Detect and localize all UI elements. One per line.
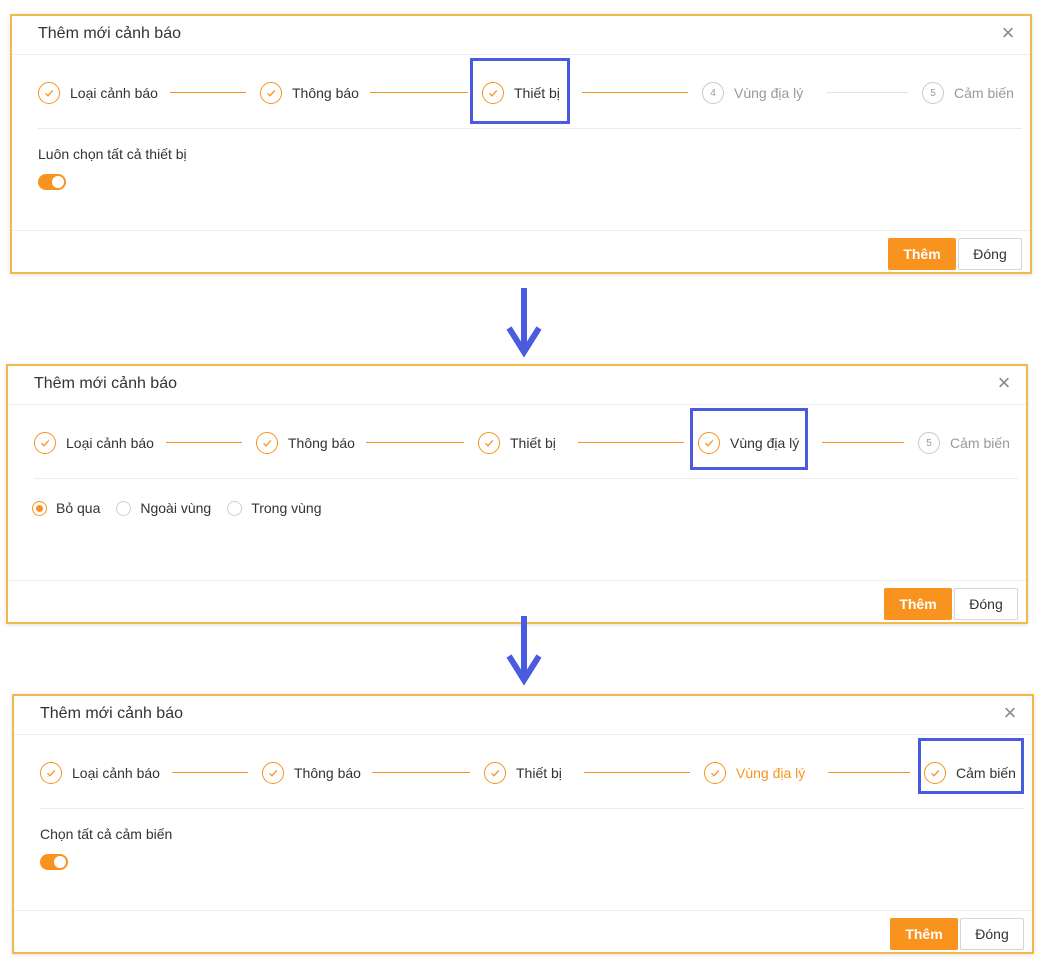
check-icon (38, 82, 60, 104)
step-connector (578, 442, 684, 443)
step-label: Loại cảnh báo (66, 435, 154, 451)
step-connector (366, 442, 464, 443)
close-button[interactable]: Đóng (960, 918, 1024, 950)
step-label: Thông báo (292, 85, 359, 101)
step-2[interactable]: Thông báo (260, 78, 359, 108)
step-1[interactable]: Loại cảnh báo (34, 428, 154, 458)
stepper: Loại cảnh báo Thông báo Thiết bị Vùng địa l… (40, 758, 1024, 788)
dialog-title: Thêm mới cảnh báo (40, 705, 183, 722)
radio-option[interactable]: Ngoài vùng (116, 500, 211, 516)
step-3[interactable]: Thiết bị (478, 428, 556, 458)
step-connector (822, 442, 904, 443)
radio-label: Ngoài vùng (140, 500, 212, 516)
select-all-sensors-toggle[interactable] (40, 854, 68, 870)
footer-divider (12, 230, 1030, 231)
step-4[interactable]: Vùng địa lý (704, 758, 805, 788)
dialog-title: Thêm mới cảnh báo (34, 375, 177, 392)
radio-label: Trong vùng (251, 500, 322, 516)
step-label: Vùng địa lý (734, 85, 804, 101)
select-all-devices-label: Luôn chọn tất cả thiết bị (38, 146, 187, 162)
add-button[interactable]: Thêm (888, 238, 956, 270)
toggle-knob (52, 176, 64, 188)
step-connector (166, 442, 242, 443)
check-icon (484, 762, 506, 784)
dialog-title: Thêm mới cảnh báo (38, 25, 181, 42)
footer-divider (8, 580, 1026, 581)
check-icon (478, 432, 500, 454)
select-all-sensors-label: Chọn tất cả cảm biến (40, 826, 173, 842)
stepper: Loại cảnh báo Thông báo Thiết bị Vùng địa l… (34, 428, 1018, 458)
radio-button[interactable] (32, 500, 47, 516)
radio-label: Bỏ qua (56, 500, 101, 516)
step-4[interactable]: 4 Vùng địa lý (702, 78, 803, 108)
add-button[interactable]: Thêm (890, 918, 958, 950)
radio-button[interactable] (116, 500, 132, 516)
step-5[interactable]: 5 Cảm biến (918, 428, 1010, 458)
geo-zone-radio-group: Bỏ qua Ngoài vùng Trong vùng (32, 498, 338, 518)
step-highlight-box (470, 58, 570, 124)
dialog-step-geo-zone: Thêm mới cảnh báo × Loại cảnh báo Thông b… (6, 364, 1028, 624)
arrow-down-icon (506, 616, 542, 686)
step-connector (370, 92, 468, 93)
step-highlight-box (918, 738, 1024, 794)
toggle-knob (54, 856, 66, 868)
add-button[interactable]: Thêm (884, 588, 952, 620)
step-2[interactable]: Thông báo (262, 758, 361, 788)
close-icon[interactable]: × (992, 371, 1016, 395)
step-label: Loại cảnh báo (72, 765, 160, 781)
step-connector (826, 92, 908, 93)
radio-option[interactable]: Bỏ qua (32, 500, 100, 516)
check-icon (260, 82, 282, 104)
step-connector (582, 92, 688, 93)
radio-button[interactable] (227, 500, 243, 516)
arrow-down-icon (506, 288, 542, 358)
dialog-step-devices: Thêm mới cảnh báo × Loại cảnh báo Thông b… (10, 14, 1032, 274)
dialog-header: Thêm mới cảnh báo × (8, 366, 1026, 405)
step-label: Vùng địa lý (736, 765, 806, 781)
step-label: Loại cảnh báo (70, 85, 158, 101)
step-5[interactable]: 5 Cảm biến (922, 78, 1014, 108)
step-number: 5 (922, 82, 944, 104)
step-2[interactable]: Thông báo (256, 428, 355, 458)
step-label: Cảm biến (954, 85, 1014, 101)
step-number: 5 (918, 432, 940, 454)
close-icon[interactable]: × (996, 21, 1020, 45)
dialog-step-sensors: Thêm mới cảnh báo × Loại cảnh báo Thông b… (12, 694, 1034, 954)
check-icon (256, 432, 278, 454)
check-icon (34, 432, 56, 454)
dialog-header: Thêm mới cảnh báo × (12, 16, 1030, 55)
step-label: Cảm biến (950, 435, 1010, 451)
radio-option[interactable]: Trong vùng (227, 500, 322, 516)
close-button[interactable]: Đóng (954, 588, 1018, 620)
divider (34, 478, 1018, 479)
step-connector (584, 772, 690, 773)
step-number: 4 (702, 82, 724, 104)
step-1[interactable]: Loại cảnh báo (40, 758, 160, 788)
footer-divider (14, 910, 1032, 911)
step-3[interactable]: Thiết bị (484, 758, 562, 788)
step-label: Thông báo (294, 765, 361, 781)
step-1[interactable]: Loại cảnh báo (38, 78, 158, 108)
step-label: Thiết bị (516, 765, 562, 781)
check-icon (262, 762, 284, 784)
dialog-header: Thêm mới cảnh báo × (14, 696, 1032, 735)
step-label: Thiết bị (510, 435, 556, 451)
step-connector (170, 92, 246, 93)
select-all-devices-toggle[interactable] (38, 174, 66, 190)
divider (40, 808, 1024, 809)
step-label: Thông báo (288, 435, 355, 451)
check-icon (40, 762, 62, 784)
step-connector (172, 772, 248, 773)
close-icon[interactable]: × (998, 701, 1022, 725)
divider (38, 128, 1022, 129)
step-highlight-box (690, 408, 808, 470)
check-icon (704, 762, 726, 784)
step-connector (828, 772, 910, 773)
step-connector (372, 772, 470, 773)
close-button[interactable]: Đóng (958, 238, 1022, 270)
